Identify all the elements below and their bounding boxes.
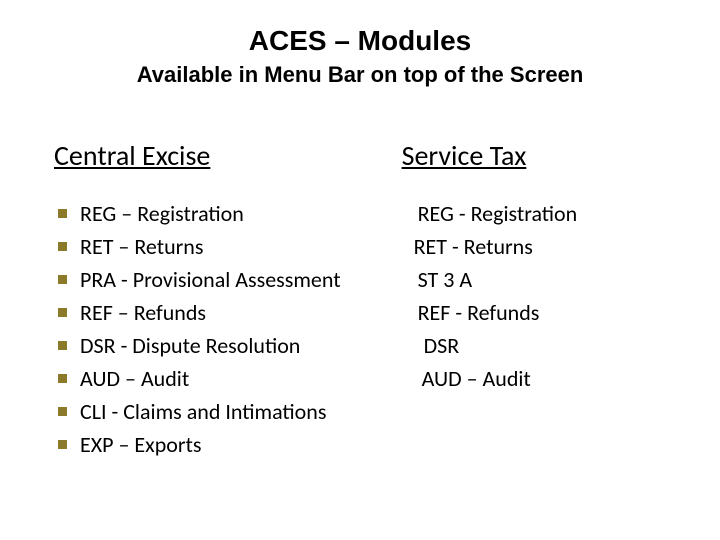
list-item: REF – Refunds	[80, 296, 400, 329]
list-item: AUD – Audit	[408, 362, 690, 395]
list-item: RET - Returns	[408, 230, 690, 263]
module-list-left: REG – Registration RET – Returns PRA - P…	[58, 197, 400, 461]
list-item: DSR - Dispute Resolution	[80, 329, 400, 362]
list-item: EXP – Exports	[80, 428, 400, 461]
list-item: PRA - Provisional Assessment	[80, 263, 400, 296]
list-item: REG - Registration	[408, 197, 690, 230]
slide: ACES – Modules Available in Menu Bar on …	[0, 0, 720, 540]
column-service-tax: Service Tax REG - Registration RET - Ret…	[400, 138, 690, 395]
list-item: AUD – Audit	[80, 362, 400, 395]
list-item: DSR	[408, 329, 690, 362]
slide-title: ACES – Modules	[30, 24, 690, 58]
list-item: REF - Refunds	[408, 296, 690, 329]
list-item: RET – Returns	[80, 230, 400, 263]
column-heading-left: Central Excise	[54, 138, 400, 173]
list-item: REG – Registration	[80, 197, 400, 230]
module-list-right: REG - Registration RET - Returns ST 3 A …	[400, 197, 690, 395]
list-item: ST 3 A	[408, 263, 690, 296]
list-item: CLI - Claims and Intimations	[80, 395, 400, 428]
column-heading-right: Service Tax	[402, 138, 690, 173]
columns: Central Excise REG – Registration RET – …	[30, 138, 690, 461]
slide-subtitle: Available in Menu Bar on top of the Scre…	[30, 62, 690, 88]
column-central-excise: Central Excise REG – Registration RET – …	[30, 138, 400, 461]
